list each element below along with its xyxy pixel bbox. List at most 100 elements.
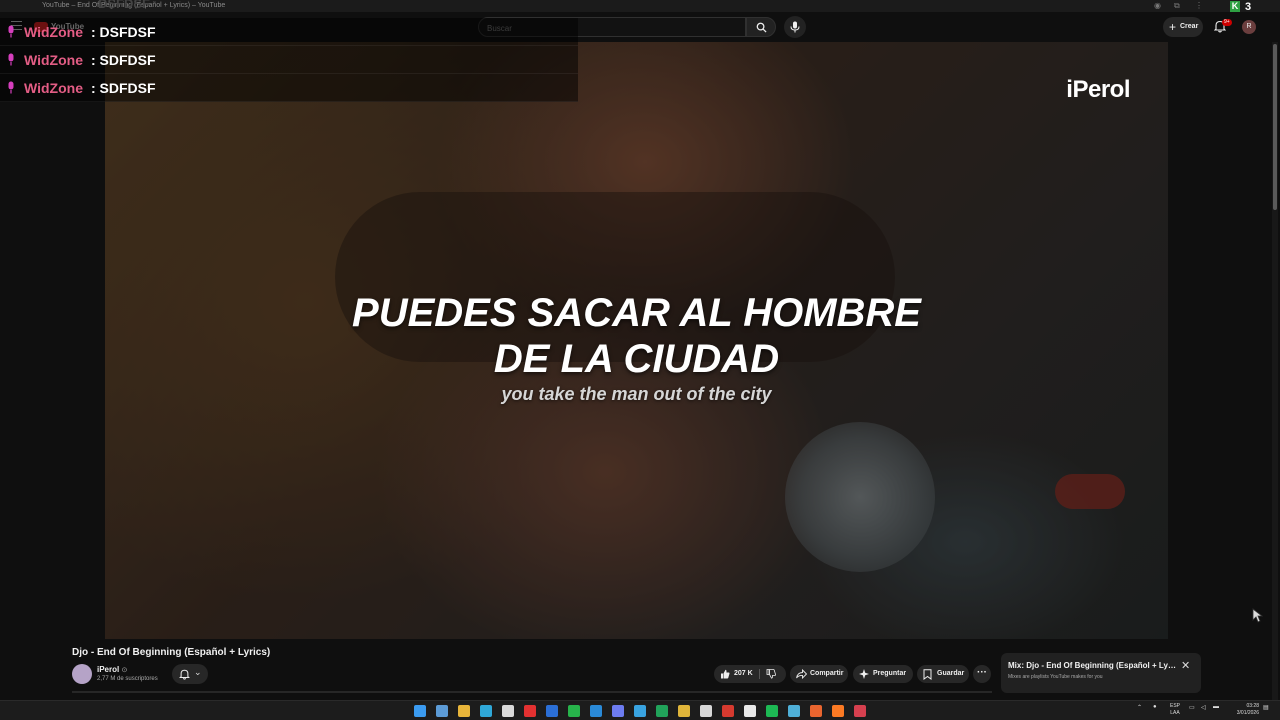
like-count[interactable]: 207 K [734, 665, 753, 683]
spotify-icon[interactable] [766, 705, 778, 717]
app-bug-icon[interactable] [854, 705, 866, 717]
notes-icon[interactable] [788, 705, 800, 717]
app-cloud-icon[interactable] [634, 705, 646, 717]
thumbs-up-icon[interactable] [720, 669, 730, 679]
chat-message: WidZone : SDFDSF [0, 46, 578, 74]
app-grid-icon[interactable] [700, 705, 712, 717]
youtube-icon[interactable] [524, 705, 536, 717]
vscode-icon[interactable] [590, 705, 602, 717]
volume-icon[interactable]: ◁ [1201, 704, 1206, 711]
thumbs-down-icon[interactable] [766, 669, 776, 679]
chat-message: WidZone : DSFDSF [0, 18, 578, 46]
description-divider [72, 691, 992, 693]
chrome-icon[interactable] [678, 705, 690, 717]
save-button[interactable]: Guardar [917, 665, 969, 683]
windows-start-icon[interactable] [414, 705, 426, 717]
browser-menu-icon[interactable]: ⋮ [1195, 1, 1203, 10]
channel-avatar[interactable] [72, 664, 92, 684]
eye-icon[interactable]: ◉ [1154, 1, 1161, 10]
chat-text: : SDFDSF [91, 80, 156, 96]
chat-text: : DSFDSF [91, 24, 156, 40]
channel-name[interactable]: iPerol ⊙ [97, 665, 127, 674]
subtitle-main: PUEDES SACAR AL HOMBRE DE LA CIUDAD [105, 290, 1168, 382]
save-label: Guardar [937, 670, 965, 677]
app-a-icon[interactable] [612, 705, 624, 717]
search-button[interactable] [746, 17, 776, 37]
tray-overflow-icon[interactable]: ⌃ [1137, 704, 1142, 711]
share-label: Compartir [810, 670, 844, 677]
video-title: Djo - End Of Beginning (Español + Lyrics… [72, 647, 271, 658]
chevron-down-icon: ⌄ [194, 667, 202, 677]
page-scrollbar[interactable] [1272, 42, 1278, 702]
windows-taskbar: ⌃ ● ESP LAA ▭ ◁ ▬ 03:28 3/01/2026 ▤ [0, 700, 1280, 720]
microphone-icon [790, 21, 800, 33]
k-extension-icon[interactable]: K [1230, 1, 1240, 12]
mix-title[interactable]: Mix: Djo - End Of Beginning (Español + L… [1008, 661, 1178, 670]
language-indicator[interactable]: ESP LAA [1170, 703, 1180, 717]
subscriber-count: 2,77 M de suscriptores [97, 676, 158, 682]
scrollbar-thumb[interactable] [1273, 44, 1277, 210]
chat-username: WidZone [24, 52, 83, 68]
ask-label: Preguntar [873, 670, 907, 677]
mix-subtitle: Mixes are playlists YouTube makes for yo… [1008, 674, 1103, 680]
mouse-pointer-icon [1252, 608, 1264, 623]
create-label: Crear [1180, 23, 1199, 30]
channel-watermark: iPerol [1066, 76, 1130, 103]
chat-username: WidZone [24, 24, 83, 40]
whatsapp-icon[interactable] [568, 705, 580, 717]
sparkle-icon [859, 669, 869, 679]
ghost-text: DSFDSF [98, 0, 150, 11]
store-icon[interactable] [502, 705, 514, 717]
close-icon[interactable]: ✕ [1181, 659, 1190, 672]
app-orange-icon[interactable] [810, 705, 822, 717]
xampp-icon[interactable] [832, 705, 844, 717]
language-line-1: ESP [1170, 703, 1181, 709]
excel-icon[interactable] [656, 705, 668, 717]
battery-icon[interactable]: ▬ [1213, 704, 1219, 710]
word-icon[interactable] [546, 705, 558, 717]
tray-mic-icon[interactable]: ● [1153, 704, 1157, 710]
language-line-2: LAA [1170, 710, 1180, 716]
file-explorer-icon[interactable] [458, 705, 470, 717]
screen: YouTube – End Of Beginning (Español + Ly… [0, 0, 1280, 720]
clock-time: 03:28 [1246, 703, 1259, 709]
ask-button[interactable]: Preguntar [853, 665, 913, 683]
like-dislike-group: 207 K [714, 665, 786, 683]
notification-badge: 9+ [1222, 19, 1232, 26]
share-button[interactable]: Compartir [790, 665, 848, 683]
search-icon [756, 22, 767, 33]
subtitle-line-1: PUEDES SACAR AL HOMBRE [352, 291, 921, 335]
mix-playlist-card[interactable]: Mix: Djo - End Of Beginning (Español + L… [1001, 653, 1201, 693]
app-n-icon[interactable] [744, 705, 756, 717]
chat-message: WidZone : SDFDSF [0, 74, 578, 102]
chat-overlay: WidZone : DSFDSF WidZone : SDFDSF WidZon… [0, 18, 578, 102]
copilot-icon[interactable] [436, 705, 448, 717]
bookmark-icon [923, 669, 932, 680]
like-separator [759, 669, 760, 679]
extensions-icon[interactable]: ⧉ [1174, 1, 1180, 11]
edge-icon[interactable] [480, 705, 492, 717]
subscription-bell-button[interactable]: ⌄ [172, 664, 208, 684]
chat-mic-icon [8, 25, 14, 38]
chat-text: : SDFDSF [91, 52, 156, 68]
browser-tab-strip: YouTube – End Of Beginning (Español + Ly… [0, 0, 1280, 13]
more-actions-button[interactable]: ··· [973, 665, 991, 683]
voice-search-button[interactable] [784, 16, 806, 38]
system-clock[interactable]: 03:28 3/01/2026 [1229, 703, 1259, 717]
account-avatar[interactable]: R [1242, 20, 1256, 34]
create-button[interactable]: + Crear [1163, 17, 1203, 37]
share-icon [796, 669, 807, 679]
network-icon[interactable]: ▭ [1189, 704, 1195, 711]
chat-username: WidZone [24, 80, 83, 96]
verified-icon: ⊙ [121, 667, 128, 674]
video-player[interactable]: iPerol PUEDES SACAR AL HOMBRE DE LA CIUD… [105, 42, 1168, 639]
app-l-icon[interactable] [722, 705, 734, 717]
bell-icon [179, 669, 190, 680]
clock-date: 3/01/2026 [1236, 710, 1259, 716]
plus-icon: + [1169, 20, 1177, 34]
chat-mic-icon [8, 81, 14, 94]
channel-name-text[interactable]: iPerol [97, 665, 119, 674]
subtitle-line-2: DE LA CIUDAD [493, 337, 780, 381]
chat-mic-icon [8, 53, 14, 66]
notification-center-icon[interactable]: ▤ [1263, 704, 1269, 711]
